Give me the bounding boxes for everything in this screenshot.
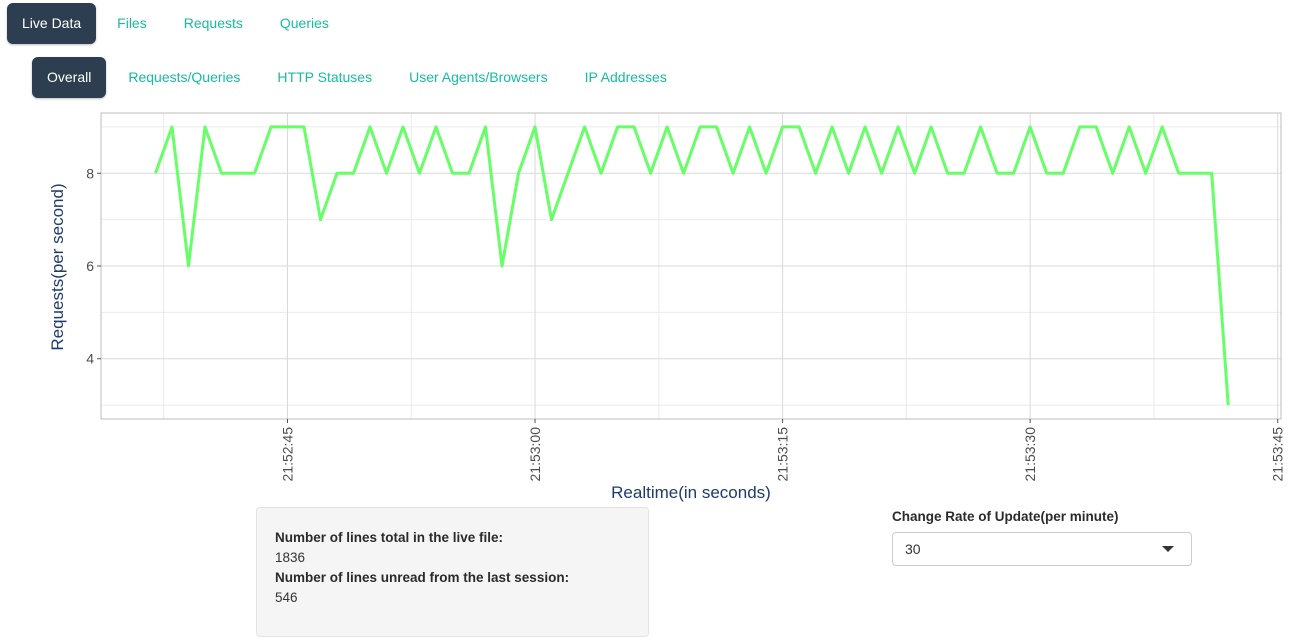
x-axis-title: Realtime(in seconds) (611, 483, 771, 502)
tab-queries[interactable]: Queries (264, 3, 345, 44)
subtab-http-statuses[interactable]: HTTP Statuses (261, 57, 388, 98)
y-axis: 4 6 8 (86, 165, 101, 367)
file-info-panel: Number of lines total in the live file: … (256, 507, 649, 637)
unread-lines-label: Number of lines unread from the last ses… (275, 570, 570, 585)
y-axis-title: Requests(per second) (48, 183, 67, 350)
grid-major (101, 113, 1281, 419)
subtab-overall[interactable]: Overall (32, 57, 107, 98)
x-tick-label: 21:53:15 (775, 427, 791, 482)
x-tick-label: 21:52:45 (279, 427, 295, 482)
total-lines-value: 1836 (275, 550, 306, 565)
subtab-requests-queries[interactable]: Requests/Queries (112, 57, 256, 98)
update-rate-value: 30 (905, 541, 921, 557)
chevron-down-icon (1162, 546, 1174, 552)
y-tick-label: 6 (86, 258, 94, 274)
subtab-ip-addresses[interactable]: IP Addresses (569, 57, 683, 98)
unread-lines-value: 546 (275, 590, 298, 605)
total-lines-label: Number of lines total in the live file: (275, 530, 504, 545)
x-axis: 21:52:45 21:53:00 21:53:15 21:53:30 21:53:45 (279, 419, 1286, 482)
y-tick-label: 4 (86, 351, 94, 367)
update-rate-label: Change Rate of Update(per minute) (892, 509, 1119, 524)
y-tick-label: 8 (86, 165, 94, 181)
x-tick-label: 21:53:00 (527, 427, 543, 482)
tab-live-data[interactable]: Live Data (7, 3, 97, 44)
tab-files[interactable]: Files (101, 3, 163, 44)
tab-requests[interactable]: Requests (168, 3, 259, 44)
x-tick-label: 21:53:30 (1022, 427, 1038, 482)
x-tick-label: 21:53:45 (1270, 427, 1286, 482)
update-rate-select[interactable]: 30 (892, 532, 1192, 566)
main-nav: Live Data Files Requests Queries (7, 3, 350, 44)
requests-line-chart: 468 21:52:45 21:53:00 21:53:15 21:53:30 21:5… (48, 112, 1286, 502)
sub-nav: Overall Requests/Queries HTTP Statuses U… (32, 57, 688, 98)
subtab-user-agents[interactable]: User Agents/Browsers (393, 57, 564, 98)
